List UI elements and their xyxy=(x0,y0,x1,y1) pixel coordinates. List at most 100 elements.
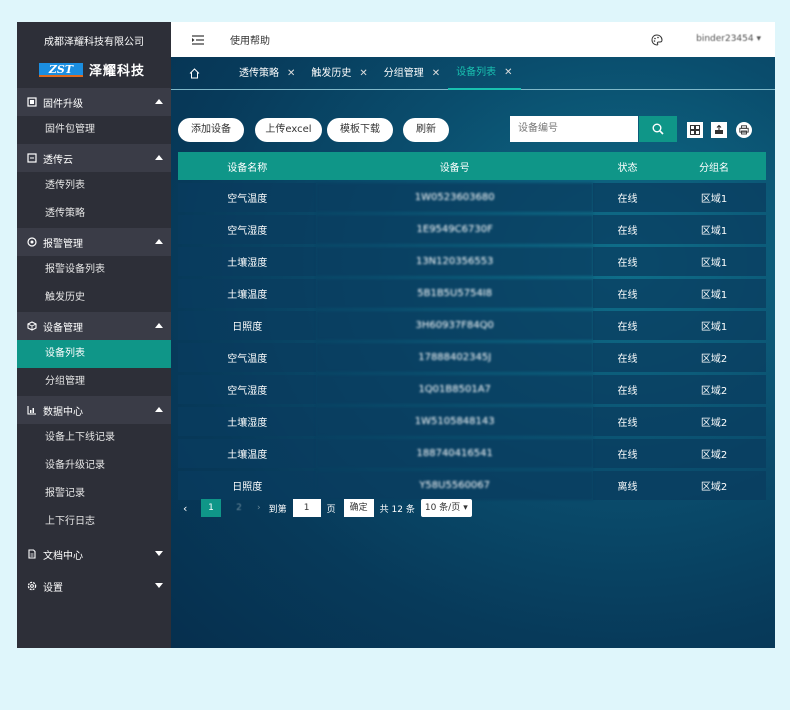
device-search-input[interactable] xyxy=(510,116,638,142)
device-name-cell: 土壤温度 xyxy=(178,279,317,308)
device-name-cell: 空气温度 xyxy=(178,183,317,212)
sidebar-item-alarm-records[interactable]: 报警记录 xyxy=(17,480,171,508)
goto-page-input[interactable]: 1 xyxy=(292,499,321,517)
table-row[interactable]: 土壤湿度 1W5105848143 在线 区域2 xyxy=(178,407,766,436)
tab-passthrough-policy[interactable]: 透传策略 ✕ xyxy=(231,57,303,90)
tab-group-management[interactable]: 分组管理 ✕ xyxy=(376,57,448,90)
tab-trigger-history[interactable]: 触发历史 ✕ xyxy=(303,57,375,90)
table-row[interactable]: 空气湿度 1Q01B8501A7 在线 区域2 xyxy=(178,375,766,404)
sidebar-item-passthrough-list[interactable]: 透传列表 xyxy=(17,172,171,200)
close-icon[interactable]: ✕ xyxy=(287,57,295,90)
column-header[interactable]: 状态 xyxy=(592,152,663,180)
chevron-left-icon[interactable]: ‹ xyxy=(183,502,193,515)
device-id-cell: 1E9549C6730F xyxy=(316,215,593,244)
group-name-cell: 区域1 xyxy=(662,215,766,244)
tab-label: 触发历史 xyxy=(311,67,352,79)
status-cell: 在线 xyxy=(592,311,663,340)
tab-label: 分组管理 xyxy=(383,67,424,79)
upload-excel-button[interactable]: 上传excel xyxy=(255,118,322,142)
table-row[interactable]: 土壤湿度 13N120356553 在线 区域1 xyxy=(178,247,766,276)
device-name-cell: 日照度 xyxy=(178,311,317,340)
sidebar-item-group-management[interactable]: 分组管理 xyxy=(17,368,171,396)
app-window: 成都泽耀科技有限公司 ZST 泽耀科技 固件升级 固件包管理 透传云 透传列表 … xyxy=(17,22,775,648)
sidebar-item-firmware-package[interactable]: 固件包管理 xyxy=(17,116,171,144)
table-row[interactable]: 土壤温度 188740416541 在线 区域2 xyxy=(178,439,766,468)
close-icon[interactable]: ✕ xyxy=(359,57,367,90)
search-icon xyxy=(652,123,664,135)
table-row[interactable]: 土壤温度 5B1B5U5754I8 在线 区域1 xyxy=(178,279,766,308)
export-icon xyxy=(715,125,723,134)
device-name-cell: 日照度 xyxy=(178,471,317,500)
sidebar-item-online-records[interactable]: 设备上下线记录 xyxy=(17,424,171,452)
page-size-select[interactable]: 10 条/页 ▾ xyxy=(420,499,472,517)
refresh-button[interactable]: 刷新 xyxy=(403,118,449,142)
sidebar-group-label: 固件升级 xyxy=(43,98,83,110)
tab-home[interactable] xyxy=(171,57,217,90)
goto-label: 到第 xyxy=(268,504,287,515)
device-id-cell: Y58U5560067 xyxy=(316,471,593,500)
add-device-button[interactable]: 添加设备 xyxy=(178,118,244,142)
goto-confirm-button[interactable]: 确定 xyxy=(343,499,374,517)
company-name: 成都泽耀科技有限公司 xyxy=(44,37,144,48)
sidebar-group-label: 设置 xyxy=(43,582,63,594)
tab-device-list[interactable]: 设备列表 ✕ xyxy=(448,57,521,90)
column-filter-button[interactable] xyxy=(687,122,703,138)
sidebar-group-cloud[interactable]: 透传云 xyxy=(17,144,171,172)
sidebar-group-settings[interactable]: 设置 xyxy=(17,572,171,600)
table-row[interactable]: 空气温度 17888402345J 在线 区域2 xyxy=(178,343,766,372)
device-name-cell: 空气湿度 xyxy=(178,215,317,244)
sidebar: 成都泽耀科技有限公司 ZST 泽耀科技 固件升级 固件包管理 透传云 透传列表 … xyxy=(17,22,171,648)
status-cell: 在线 xyxy=(592,343,663,372)
palette-icon[interactable] xyxy=(651,34,663,46)
main-content: 透传策略 ✕ 触发历史 ✕ 分组管理 ✕ 设备列表 ✕ 添加设备 上传excel… xyxy=(171,57,775,648)
group-name-cell: 区域2 xyxy=(662,471,766,500)
sidebar-item-alarm-devices[interactable]: 报警设备列表 xyxy=(17,256,171,284)
close-icon[interactable]: ✕ xyxy=(504,57,512,89)
sidebar-item-trigger-history[interactable]: 触发历史 xyxy=(17,284,171,312)
status-cell: 在线 xyxy=(592,439,663,468)
cloud-icon xyxy=(27,153,37,163)
sidebar-group-firmware[interactable]: 固件升级 xyxy=(17,88,171,116)
group-name-cell: 区域2 xyxy=(662,375,766,404)
sidebar-item-device-list[interactable]: 设备列表 xyxy=(17,340,171,368)
group-name-cell: 区域1 xyxy=(662,279,766,308)
device-name-cell: 土壤湿度 xyxy=(178,407,317,436)
page-button-next[interactable]: 2 xyxy=(229,503,249,513)
sidebar-item-passthrough-policy[interactable]: 透传策略 xyxy=(17,200,171,228)
sidebar-group-device[interactable]: 设备管理 xyxy=(17,312,171,340)
chevron-right-icon[interactable]: › xyxy=(257,503,261,513)
logo: ZST 泽耀科技 xyxy=(39,60,145,79)
column-header[interactable]: 设备名称 xyxy=(178,152,317,180)
group-name-cell: 区域1 xyxy=(662,247,766,276)
device-name-cell: 土壤温度 xyxy=(178,439,317,468)
device-icon xyxy=(27,321,37,331)
user-menu[interactable]: binder23454 ▾ xyxy=(696,34,761,44)
page-unit-label: 页 xyxy=(326,504,336,515)
device-id-cell: 13N120356553 xyxy=(316,247,593,276)
sidebar-group-data[interactable]: 数据中心 xyxy=(17,396,171,424)
table-row[interactable]: 空气湿度 1E9549C6730F 在线 区域1 xyxy=(178,215,766,244)
sidebar-group-label: 设备管理 xyxy=(43,322,83,334)
column-header[interactable]: 设备号 xyxy=(316,152,593,180)
sidebar-item-updown-logs[interactable]: 上下行日志 xyxy=(17,508,171,536)
template-download-button[interactable]: 模板下载 xyxy=(327,118,393,142)
print-button[interactable] xyxy=(736,122,752,138)
table-row[interactable]: 空气温度 1W0523603680 在线 区域1 xyxy=(178,183,766,212)
table-row[interactable]: 日照度 3H60937F84Q0 在线 区域1 xyxy=(178,311,766,340)
device-name-cell: 空气湿度 xyxy=(178,375,317,404)
table-row[interactable]: 日照度 Y58U5560067 离线 区域2 xyxy=(178,471,766,500)
close-icon[interactable]: ✕ xyxy=(432,57,440,90)
sidebar-group-alarm[interactable]: 报警管理 xyxy=(17,228,171,256)
page-button-current[interactable]: 1 xyxy=(201,499,221,517)
column-header[interactable]: 分组名 xyxy=(662,152,766,180)
username: binder23454 xyxy=(696,34,754,44)
chevron-up-icon xyxy=(155,323,163,328)
help-link[interactable]: 使用帮助 xyxy=(230,32,270,47)
group-name-cell: 区域2 xyxy=(662,343,766,372)
menu-fold-icon[interactable] xyxy=(192,34,204,45)
sidebar-item-upgrade-records[interactable]: 设备升级记录 xyxy=(17,452,171,480)
status-cell: 在线 xyxy=(592,247,663,276)
search-button[interactable] xyxy=(639,116,677,142)
export-button[interactable] xyxy=(711,122,727,138)
sidebar-group-docs[interactable]: 文档中心 xyxy=(17,540,171,568)
